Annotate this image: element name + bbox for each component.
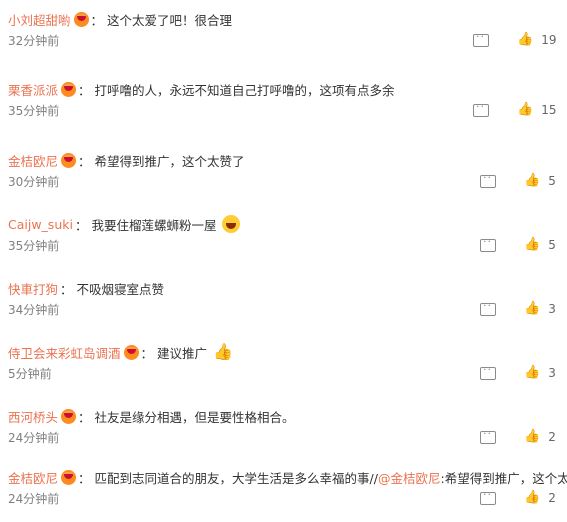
like-count: 15 [541,103,557,117]
like-count: 19 [541,33,557,47]
reply-icon[interactable] [480,488,496,505]
reply-icon[interactable] [480,235,496,252]
comment-time: 35分钟前 [8,104,60,118]
comment-item: 侍卫会来彩虹岛调酒 ： 建议推广 👍 5分钟前 👍 3 [0,333,567,397]
comment-list: 小刘超甜喲 ： 这个太爱了吧！很合理 32分钟前 👍 19 栗香派派 ： 打呼噜… [0,0,567,515]
like-icon[interactable]: 👍 [517,33,533,47]
comment-text: 不吸烟寝室点赞 [76,281,165,297]
like-count: 3 [548,366,556,380]
comment-username[interactable]: 栗香派派 [8,80,58,99]
comment-time: 32分钟前 [8,34,60,48]
thumbs-up-emoji-icon: 👍 [213,342,233,361]
comment-text-continued: :希望得到推广，这个太赞了 [440,470,567,486]
mention-link[interactable]: @金桔欧尼 [378,468,441,487]
like-count: 5 [548,238,556,252]
like-icon[interactable]: 👍 [524,430,540,444]
comment-time: 30分钟前 [8,175,60,189]
comment-username[interactable]: 金桔欧尼 [8,468,58,487]
comment-username[interactable]: 小刘超甜喲 [8,10,71,29]
comment-username[interactable]: 侍卫会来彩虹岛调酒 [8,343,121,362]
comment-username[interactable]: Caijw_suki [8,217,73,232]
reply-icon[interactable] [473,100,489,117]
like-icon[interactable]: 👍 [524,174,540,188]
comment-text: 希望得到推广，这个太赞了 [94,153,245,169]
reply-icon[interactable] [480,427,496,444]
reply-icon[interactable] [473,30,489,47]
comment-item: 快車打狗 ： 不吸烟寝室点赞 34分钟前 👍 3 [0,269,567,333]
comment-text: 这个太爱了吧！很合理 [107,12,233,28]
comment-item: 金桔欧尼 ： 匹配到志同道合的朋友，大学生活是多么幸福的事// @金桔欧尼 :希… [0,458,567,522]
like-count: 2 [548,491,556,505]
comment-time: 24分钟前 [8,431,60,445]
comment-item: 小刘超甜喲 ： 这个太爱了吧！很合理 32分钟前 👍 19 [0,0,567,64]
comment-text: 打呼噜的人，永远不知道自己打呼噜的，这项有点多余 [94,82,395,98]
like-icon[interactable]: 👍 [524,238,540,252]
comment-time: 5分钟前 [8,367,52,381]
comment-time: 24分钟前 [8,492,60,506]
like-icon[interactable]: 👍 [524,302,540,316]
comment-username[interactable]: 金桔欧尼 [8,151,58,170]
comment-item: 西河桥头 ： 社友是缘分相遇，但是要性格相合。 24分钟前 👍 2 [0,397,567,461]
laughing-emoji-icon [221,215,240,233]
comment-username[interactable]: 西河桥头 [8,407,58,426]
comment-item: 金桔欧尼 ： 希望得到推广，这个太赞了 30分钟前 👍 5 [0,141,567,205]
like-count: 2 [548,430,556,444]
vip-badge-icon [123,344,139,360]
comment-item: 栗香派派 ： 打呼噜的人，永远不知道自己打呼噜的，这项有点多余 35分钟前 👍 … [0,70,567,134]
reply-icon[interactable] [480,363,496,380]
vip-badge-icon [61,152,77,168]
comment-text: 我要住榴莲螺蛳粉一屋 [91,217,217,233]
reply-icon[interactable] [480,299,496,316]
like-icon[interactable]: 👍 [517,103,533,117]
comment-text: 匹配到志同道合的朋友，大学生活是多么幸福的事// [94,470,378,486]
like-icon[interactable]: 👍 [524,366,540,380]
vip-badge-icon [61,469,77,485]
like-icon[interactable]: 👍 [524,491,540,505]
like-count: 5 [548,174,556,188]
comment-time: 34分钟前 [8,303,60,317]
vip-badge-icon [61,408,77,424]
comment-item: Caijw_suki ： 我要住榴莲螺蛳粉一屋 35分钟前 👍 5 [0,205,567,269]
comment-text: 建议推广 [157,345,208,361]
like-count: 3 [548,302,556,316]
comment-username[interactable]: 快車打狗 [8,279,58,298]
comment-time: 35分钟前 [8,239,60,253]
vip-badge-icon [61,81,77,97]
comment-text: 社友是缘分相遇，但是要性格相合。 [94,409,295,425]
vip-badge-icon [73,11,89,27]
reply-icon[interactable] [480,171,496,188]
